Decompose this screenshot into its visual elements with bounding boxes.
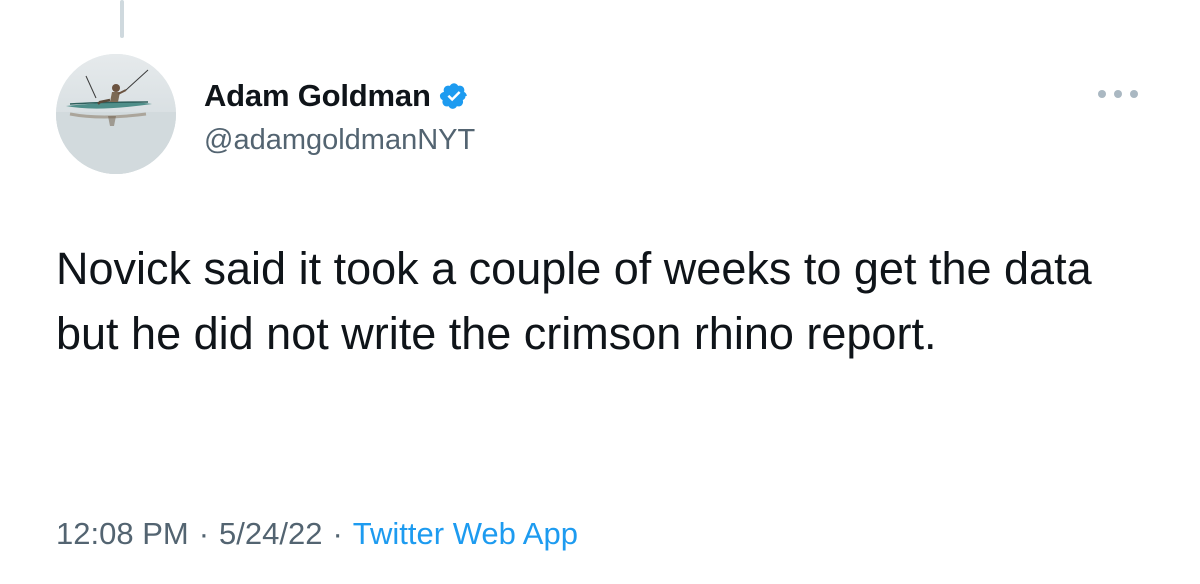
author-handle[interactable]: @adamgoldmanNYT (204, 122, 475, 158)
person-in-kayak-avatar-icon (56, 54, 176, 174)
separator-dot: · (332, 516, 343, 551)
tweet-text: Novick said it took a couple of weeks to… (56, 243, 1092, 359)
author-name-row: Adam Goldman (204, 76, 475, 116)
thread-connector-line (120, 0, 124, 38)
tweet-date[interactable]: 5/24/22 (219, 516, 322, 551)
more-dot (1130, 90, 1138, 98)
more-dot (1114, 90, 1122, 98)
tweet-author-block: Adam Goldman @adamgoldmanNYT (204, 76, 475, 158)
tweet-source-link[interactable]: Twitter Web App (353, 516, 578, 551)
avatar[interactable] (56, 54, 176, 174)
more-options-icon[interactable] (1098, 82, 1138, 106)
more-dot (1098, 90, 1106, 98)
author-display-name[interactable]: Adam Goldman (204, 76, 431, 116)
verified-badge-icon (439, 81, 469, 111)
tweet-metadata: 12:08 PM · 5/24/22 · Twitter Web App (56, 514, 578, 554)
tweet-time[interactable]: 12:08 PM (56, 516, 189, 551)
separator-dot: · (198, 516, 210, 551)
